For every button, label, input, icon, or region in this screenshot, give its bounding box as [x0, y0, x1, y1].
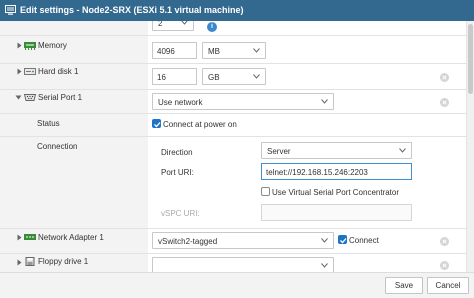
remove-network-adapter-icon[interactable]: [440, 237, 449, 246]
hard-disk-size-value: 16: [157, 73, 166, 82]
row-divider: [0, 136, 466, 137]
dialog-titlebar: Edit settings - Node2-SRX (ESXi 5.1 virt…: [0, 0, 474, 21]
serial-port-type-select[interactable]: Use network: [152, 93, 334, 110]
memory-label: Memory: [38, 41, 67, 50]
connection-label: Connection: [37, 142, 78, 151]
remove-serial-port-icon[interactable]: [440, 98, 449, 107]
direction-value: Server: [267, 147, 291, 156]
cancel-button[interactable]: Cancel: [427, 277, 469, 294]
row-divider: [0, 253, 466, 254]
direction-label: Direction: [161, 148, 193, 157]
info-icon[interactable]: i: [207, 22, 217, 32]
connect-at-power-on-checkbox[interactable]: [152, 119, 161, 128]
network-connect-checkbox[interactable]: [338, 235, 347, 244]
network-adapter-label: Network Adapter 1: [38, 233, 104, 242]
scrollbar-thumb[interactable]: [468, 24, 473, 94]
port-uri-label: Port URI:: [161, 168, 194, 177]
chevron-down-icon: [399, 148, 406, 153]
network-connect-label: Connect: [349, 236, 379, 245]
expand-arrow-icon[interactable]: [16, 259, 23, 266]
chevron-down-icon: [321, 99, 328, 104]
settings-content: 2 i Memory 4096 MB Hard disk 1 16 GB Ser…: [0, 21, 474, 272]
remove-floppy-drive-icon[interactable]: [440, 261, 449, 270]
direction-select[interactable]: Server: [261, 142, 412, 159]
dialog-title: Edit settings - Node2-SRX (ESXi 5.1 virt…: [20, 5, 244, 15]
connect-at-power-on-label: Connect at power on: [163, 120, 237, 129]
dialog-footer: Save Cancel: [0, 272, 474, 298]
floppy-drive-icon: [25, 257, 35, 266]
cpu-count-value: 2: [158, 21, 163, 28]
floppy-drive-select[interactable]: [152, 257, 334, 272]
chevron-down-icon: [253, 74, 260, 79]
status-label: Status: [37, 119, 60, 128]
expand-arrow-icon[interactable]: [16, 68, 23, 75]
vspc-uri-input[interactable]: [261, 204, 412, 221]
row-divider: [0, 35, 466, 36]
port-uri-value: telnet://192.168.15.246:2203: [266, 168, 368, 177]
vspc-uri-label: vSPC URI:: [161, 209, 200, 218]
memory-unit-value: MB: [208, 47, 220, 56]
chevron-down-icon: [321, 238, 328, 243]
hard-disk-unit-value: GB: [208, 73, 220, 82]
row-divider: [0, 63, 466, 64]
port-uri-input[interactable]: telnet://192.168.15.246:2203: [261, 163, 412, 180]
collapse-arrow-icon[interactable]: [15, 94, 22, 101]
chevron-down-icon: [253, 48, 260, 53]
virtual-machine-icon: [5, 5, 16, 15]
hard-disk-unit-select[interactable]: GB: [202, 68, 266, 85]
expand-arrow-icon[interactable]: [16, 42, 23, 49]
memory-size-value: 4096: [157, 47, 175, 56]
chevron-down-icon: [321, 263, 328, 268]
save-button[interactable]: Save: [385, 277, 423, 294]
vspc-checkbox[interactable]: [261, 187, 270, 196]
chevron-down-icon: [181, 21, 188, 25]
network-adapter-value: vSwitch2-tagged: [158, 237, 218, 246]
serial-port-type-value: Use network: [158, 98, 203, 107]
hard-disk-label: Hard disk 1: [38, 67, 79, 76]
hard-disk-size-input[interactable]: 16: [152, 68, 197, 85]
serial-port-icon: [24, 94, 36, 101]
expand-arrow-icon[interactable]: [16, 234, 23, 241]
remove-hard-disk-icon[interactable]: [440, 73, 449, 82]
content-scrollbar[interactable]: [466, 21, 474, 272]
memory-unit-select[interactable]: MB: [202, 42, 266, 59]
hard-disk-icon: [24, 68, 36, 75]
network-adapter-icon: [24, 234, 36, 240]
row-divider: [0, 113, 466, 114]
cpu-count-select[interactable]: 2: [152, 21, 194, 31]
serial-port-label: Serial Port 1: [38, 93, 83, 102]
memory-size-input[interactable]: 4096: [152, 42, 197, 59]
vspc-checkbox-label: Use Virtual Serial Port Concentrator: [272, 188, 400, 197]
floppy-drive-label: Floppy drive 1: [38, 257, 89, 266]
row-divider: [0, 228, 466, 229]
memory-chip-icon: [24, 42, 36, 50]
row-divider: [0, 89, 466, 90]
network-adapter-select[interactable]: vSwitch2-tagged: [152, 232, 334, 249]
